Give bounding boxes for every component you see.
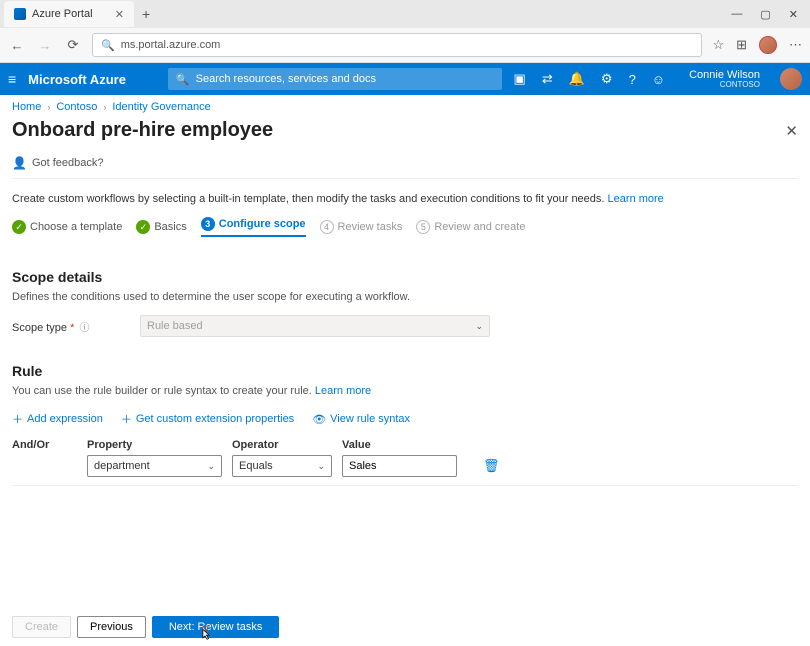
directories-icon[interactable]: ⇄ (542, 71, 553, 87)
delete-icon[interactable]: 🗑 (483, 458, 500, 474)
create-button: Create (12, 616, 71, 638)
value-input[interactable] (342, 455, 457, 477)
step-choose-template[interactable]: Choose a template (12, 220, 122, 234)
plus-icon: ＋ (12, 411, 23, 427)
address-bar[interactable]: 🔍 ms.portal.azure.com (92, 33, 702, 57)
chevron-right-icon: › (47, 102, 50, 112)
check-icon (12, 220, 26, 234)
step-configure-scope[interactable]: 3 Configure scope (201, 217, 306, 237)
rule-row: department ⌄ Equals ⌄ 🗑 (12, 455, 798, 486)
step-number-icon: 5 (416, 220, 430, 234)
settings-icon[interactable]: ⚙ (601, 71, 613, 87)
property-select[interactable]: department ⌄ (87, 455, 222, 477)
window-minimize-icon[interactable]: — (731, 8, 742, 21)
browser-tab[interactable]: Azure Portal ✕ (4, 1, 134, 27)
tab-close-icon[interactable]: ✕ (115, 8, 124, 21)
wizard-steps: Choose a template Basics 3 Configure sco… (12, 215, 798, 243)
user-avatar[interactable] (780, 68, 802, 90)
step-review-tasks[interactable]: 4 Review tasks (320, 220, 403, 234)
notifications-icon[interactable]: 🔔 (569, 71, 585, 87)
plus-icon: ＋ (121, 411, 132, 427)
col-operator: Operator (232, 439, 332, 451)
chevron-down-icon: ⌄ (207, 461, 215, 472)
breadcrumb-contoso[interactable]: Contoso (56, 101, 97, 113)
feedback-icon[interactable]: ☺ (652, 72, 665, 87)
rule-learn-more-link[interactable]: Learn more (315, 385, 371, 397)
chevron-down-icon: ⌄ (475, 321, 483, 332)
operator-select[interactable]: Equals ⌄ (232, 455, 332, 477)
tenant-name: CONTOSO (689, 81, 760, 90)
help-icon[interactable]: ? (629, 72, 636, 87)
add-expression-button[interactable]: ＋ Add expression (12, 411, 103, 427)
more-icon[interactable]: ⋯ (789, 37, 802, 53)
cloud-shell-icon[interactable]: ▣ (514, 71, 526, 87)
rule-desc: You can use the rule builder or rule syn… (12, 385, 312, 397)
step-number-icon: 4 (320, 220, 334, 234)
feedback-link[interactable]: Got feedback? (32, 157, 104, 169)
nav-forward-icon: → (36, 38, 54, 53)
page-title: Onboard pre-hire employee (12, 119, 273, 142)
intro-learn-more-link[interactable]: Learn more (608, 193, 664, 205)
chevron-down-icon: ⌄ (317, 461, 325, 472)
hamburger-icon[interactable]: ≡ (8, 71, 16, 87)
scope-desc: Defines the conditions used to determine… (12, 291, 798, 303)
wizard-footer: Create Previous Next: Review tasks (0, 608, 810, 646)
azure-search-input[interactable]: 🔍 Search resources, services and docs (168, 68, 502, 90)
col-andor: And/Or (12, 439, 77, 451)
check-icon (136, 220, 150, 234)
url-text: ms.portal.azure.com (121, 39, 221, 51)
breadcrumb: Home › Contoso › Identity Governance (0, 95, 810, 119)
azure-favicon (14, 8, 26, 20)
user-info[interactable]: Connie Wilson CONTOSO (689, 69, 760, 90)
profile-avatar[interactable] (759, 36, 777, 54)
view-rule-syntax-button[interactable]: 👁 View rule syntax (312, 411, 410, 427)
close-blade-icon[interactable]: ✕ (785, 122, 798, 140)
scope-type-select: Rule based ⌄ (140, 315, 490, 337)
window-close-icon[interactable]: ✕ (789, 8, 798, 21)
search-icon: 🔍 (176, 73, 190, 86)
window-maximize-icon[interactable]: ▢ (760, 8, 770, 21)
azure-header: ≡ Microsoft Azure 🔍 Search resources, se… (0, 63, 810, 95)
step-review-create[interactable]: 5 Review and create (416, 220, 525, 234)
chevron-right-icon: › (103, 102, 106, 112)
get-extension-properties-button[interactable]: ＋ Get custom extension properties (121, 411, 294, 427)
person-feedback-icon: 👤 (12, 156, 27, 170)
step-basics[interactable]: Basics (136, 220, 186, 234)
previous-button[interactable]: Previous (77, 616, 146, 638)
collections-icon[interactable]: ⊞ (736, 37, 747, 53)
search-placeholder: Search resources, services and docs (196, 73, 376, 85)
eye-icon: 👁 (312, 413, 326, 426)
info-icon[interactable]: ⓘ (79, 323, 89, 334)
next-review-tasks-button[interactable]: Next: Review tasks (152, 616, 280, 638)
new-tab-button[interactable]: + (134, 6, 158, 22)
breadcrumb-identity-governance[interactable]: Identity Governance (112, 101, 210, 113)
col-property: Property (87, 439, 222, 451)
breadcrumb-home[interactable]: Home (12, 101, 41, 113)
brand-label[interactable]: Microsoft Azure (28, 72, 126, 87)
tab-title: Azure Portal (32, 8, 93, 20)
search-icon: 🔍 (101, 39, 115, 52)
nav-refresh-icon[interactable]: ⟳ (64, 37, 82, 53)
favorite-icon[interactable]: ☆ (712, 37, 724, 53)
scope-type-label: Scope type * ⓘ (12, 319, 140, 334)
nav-back-icon[interactable]: ← (8, 38, 26, 53)
col-value: Value (342, 439, 457, 451)
scope-heading: Scope details (12, 269, 798, 285)
step-number-icon: 3 (201, 217, 215, 231)
rule-heading: Rule (12, 363, 798, 379)
browser-chrome: Azure Portal ✕ + — ▢ ✕ ← → ⟳ 🔍 ms.portal… (0, 0, 810, 63)
intro-text: Create custom workflows by selecting a b… (12, 193, 604, 205)
user-name: Connie Wilson (689, 69, 760, 81)
